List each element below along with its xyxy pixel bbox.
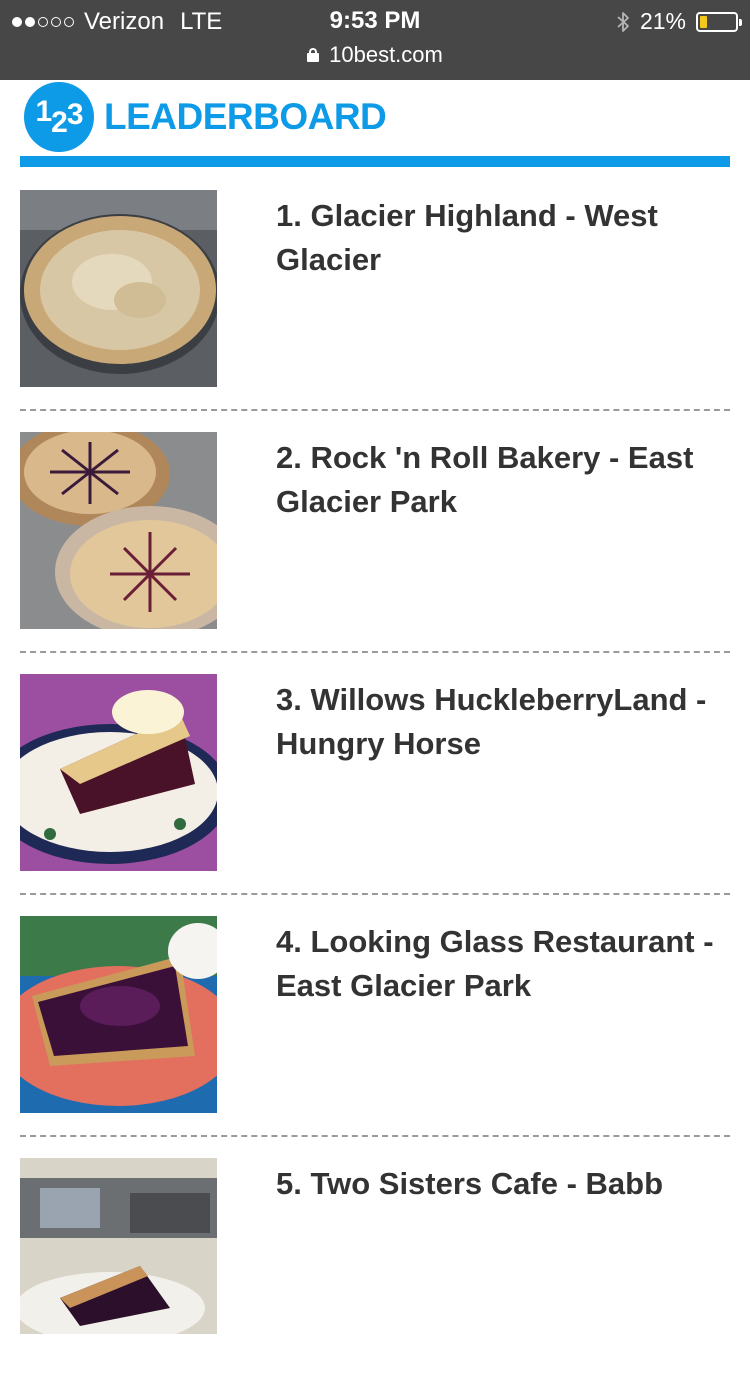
address-bar[interactable]: 10best.com	[0, 42, 750, 68]
pie-slice-ice-cream-photo[interactable]	[20, 674, 217, 871]
url-text: 10best.com	[329, 42, 443, 67]
divider	[20, 409, 730, 411]
leaderboard-title: LEADERBOARD	[104, 96, 387, 137]
divider	[20, 651, 730, 653]
list-item[interactable]: 4. Looking Glass Restaurant - East Glaci…	[20, 916, 730, 1158]
list-item[interactable]: 5. Two Sisters Cafe - Babb	[20, 1158, 730, 1400]
item-title[interactable]: 2. Rock 'n Roll Bakery - East Glacier Pa…	[276, 436, 732, 524]
leaderboard-list: 1. Glacier Highland - West Glacier 2. Ro…	[20, 190, 730, 1400]
numbers-badge-icon: 1 2 3	[24, 82, 94, 152]
badge-digit: 1	[35, 95, 52, 128]
pie-slice-cafe-photo[interactable]	[20, 1158, 217, 1334]
item-title[interactable]: 1. Glacier Highland - West Glacier	[276, 194, 732, 282]
badge-digit: 2	[51, 106, 68, 139]
item-title[interactable]: 5. Two Sisters Cafe - Babb	[276, 1162, 732, 1206]
bluetooth-icon	[617, 11, 629, 32]
list-item[interactable]: 3. Willows HuckleberryLand - Hungry Hors…	[20, 674, 730, 916]
battery-icon	[696, 11, 742, 32]
header-rule	[20, 156, 730, 167]
lattice-pies-photo[interactable]	[20, 432, 217, 629]
item-title[interactable]: 4. Looking Glass Restaurant - East Glaci…	[276, 920, 732, 1008]
badge-digit: 3	[66, 98, 84, 131]
item-title[interactable]: 3. Willows HuckleberryLand - Hungry Hors…	[276, 678, 732, 766]
lock-icon	[307, 48, 320, 62]
status-right: 21%	[616, 8, 742, 35]
battery-percent: 21%	[639, 8, 686, 34]
leaderboard-header: 1 2 3 LEADERBOARD	[24, 82, 387, 152]
divider	[20, 893, 730, 895]
crumb-crust-pie-photo[interactable]	[20, 190, 217, 387]
status-bar: Verizon LTE 9:53 PM 21% 10best.com	[0, 0, 750, 80]
divider	[20, 1135, 730, 1137]
list-item[interactable]: 1. Glacier Highland - West Glacier	[20, 190, 730, 432]
list-item[interactable]: 2. Rock 'n Roll Bakery - East Glacier Pa…	[20, 432, 730, 674]
berry-pie-slice-cream-photo[interactable]	[20, 916, 217, 1113]
